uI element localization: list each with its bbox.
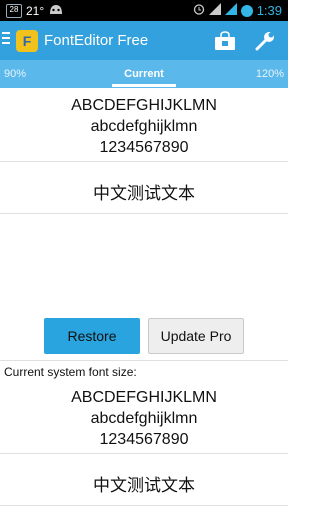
tab-indicator bbox=[112, 84, 176, 87]
app-title: FontEditor Free bbox=[44, 32, 149, 49]
restore-button[interactable]: Restore bbox=[44, 318, 140, 354]
menu-icon[interactable] bbox=[2, 31, 10, 50]
battery-icon bbox=[240, 4, 253, 17]
system-lowercase: abcdefghijklmn bbox=[90, 410, 198, 427]
signal-icon bbox=[224, 3, 237, 18]
wifi-icon bbox=[208, 3, 221, 18]
preview-uppercase: ABCDEFGHIJKLMN bbox=[71, 97, 217, 114]
divider bbox=[0, 161, 288, 162]
preview-chinese: 中文测试文本 bbox=[93, 184, 195, 203]
store-bag-icon[interactable] bbox=[212, 28, 238, 54]
temperature-text: 21° bbox=[26, 3, 45, 18]
divider bbox=[0, 360, 288, 361]
android-icon bbox=[48, 3, 64, 18]
divider bbox=[0, 213, 288, 214]
system-chinese: 中文测试文本 bbox=[93, 476, 195, 495]
preview-digits: 1234567890 bbox=[99, 139, 189, 156]
update-pro-button[interactable]: Update Pro bbox=[148, 318, 244, 354]
wrench-icon[interactable] bbox=[252, 28, 278, 54]
tab-current[interactable]: Current bbox=[0, 68, 288, 80]
status-bar: 28 21° 1:39 bbox=[0, 0, 288, 21]
system-uppercase: ABCDEFGHIJKLMN bbox=[71, 389, 217, 406]
system-sample: ABCDEFGHIJKLMN abcdefghijklmn 1234567890 bbox=[0, 387, 288, 450]
preview-lowercase: abcdefghijklmn bbox=[90, 118, 198, 135]
status-time: 1:39 bbox=[256, 3, 282, 18]
system-font-caption: Current system font size: bbox=[4, 365, 137, 379]
preview-sample: ABCDEFGHIJKLMN abcdefghijklmn 1234567890 bbox=[0, 95, 288, 158]
divider bbox=[0, 453, 288, 454]
app-logo: F bbox=[16, 29, 38, 52]
alarm-icon bbox=[193, 3, 205, 18]
system-digits: 1234567890 bbox=[99, 431, 189, 448]
divider bbox=[0, 505, 288, 506]
app-bar: F FontEditor Free bbox=[0, 21, 288, 60]
tab-120-percent[interactable]: 120% bbox=[256, 68, 284, 80]
calendar-icon: 28 bbox=[6, 3, 22, 18]
